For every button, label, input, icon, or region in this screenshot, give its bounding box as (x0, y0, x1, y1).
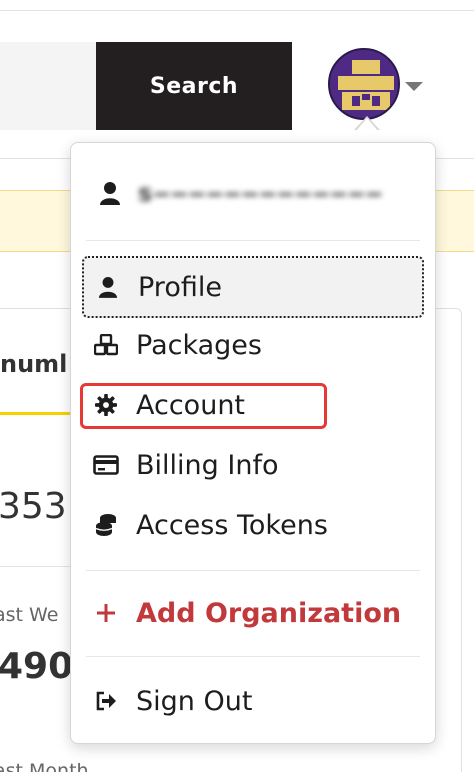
menu-divider (86, 656, 420, 657)
username: s‒‒‒‒‒‒‒‒‒‒‒‒‒ (138, 179, 384, 207)
menu-item-label: Billing Info (136, 449, 279, 481)
menu-item-packages[interactable]: Packages (82, 318, 424, 372)
search-button[interactable]: Search (96, 42, 292, 130)
menu-divider (86, 240, 420, 241)
user-icon (88, 181, 132, 205)
sign-out-link[interactable]: Sign Out (82, 674, 424, 728)
stats-divider (0, 566, 80, 567)
add-organization-label: Add Organization (136, 597, 402, 629)
coins-icon (84, 513, 128, 537)
stats-tab-label[interactable]: numl (0, 350, 67, 378)
sign-out-icon (84, 691, 128, 711)
sign-out-label: Sign Out (136, 685, 253, 717)
menu-item-profile[interactable]: Profile (82, 256, 424, 318)
user-icon (86, 276, 130, 298)
dropdown-arrow-fill (356, 118, 378, 131)
credit-card-icon (84, 455, 128, 475)
menu-item-access-tokens[interactable]: Access Tokens (82, 498, 424, 552)
stat-last-week-value: 490 (0, 646, 74, 687)
chevron-down-icon[interactable] (405, 82, 423, 91)
plus-icon (84, 603, 128, 623)
search-input[interactable] (0, 42, 96, 130)
top-divider (0, 10, 474, 11)
stats-tab-underline (0, 412, 80, 415)
gear-icon (84, 394, 128, 416)
page: Search numl 353 ast We 490 ast Month s‒‒… (0, 0, 474, 772)
menu-item-account[interactable]: Account (82, 378, 424, 432)
avatar-pattern-icon (330, 50, 398, 118)
menu-divider (86, 570, 420, 571)
stat-total-value: 353 (0, 486, 67, 527)
stat-last-week-label: ast We (0, 604, 59, 626)
cubes-icon (84, 334, 128, 356)
menu-item-label: Packages (136, 329, 262, 361)
stat-last-month-label: ast Month (0, 760, 89, 772)
avatar[interactable] (328, 48, 400, 120)
menu-user-row: s‒‒‒‒‒‒‒‒‒‒‒‒‒ (82, 166, 424, 220)
menu-item-label: Access Tokens (136, 509, 328, 541)
menu-item-label: Account (136, 389, 246, 421)
menu-item-billing-info[interactable]: Billing Info (82, 438, 424, 492)
menu-item-label: Profile (138, 271, 222, 303)
add-organization-link[interactable]: Add Organization (82, 586, 424, 640)
